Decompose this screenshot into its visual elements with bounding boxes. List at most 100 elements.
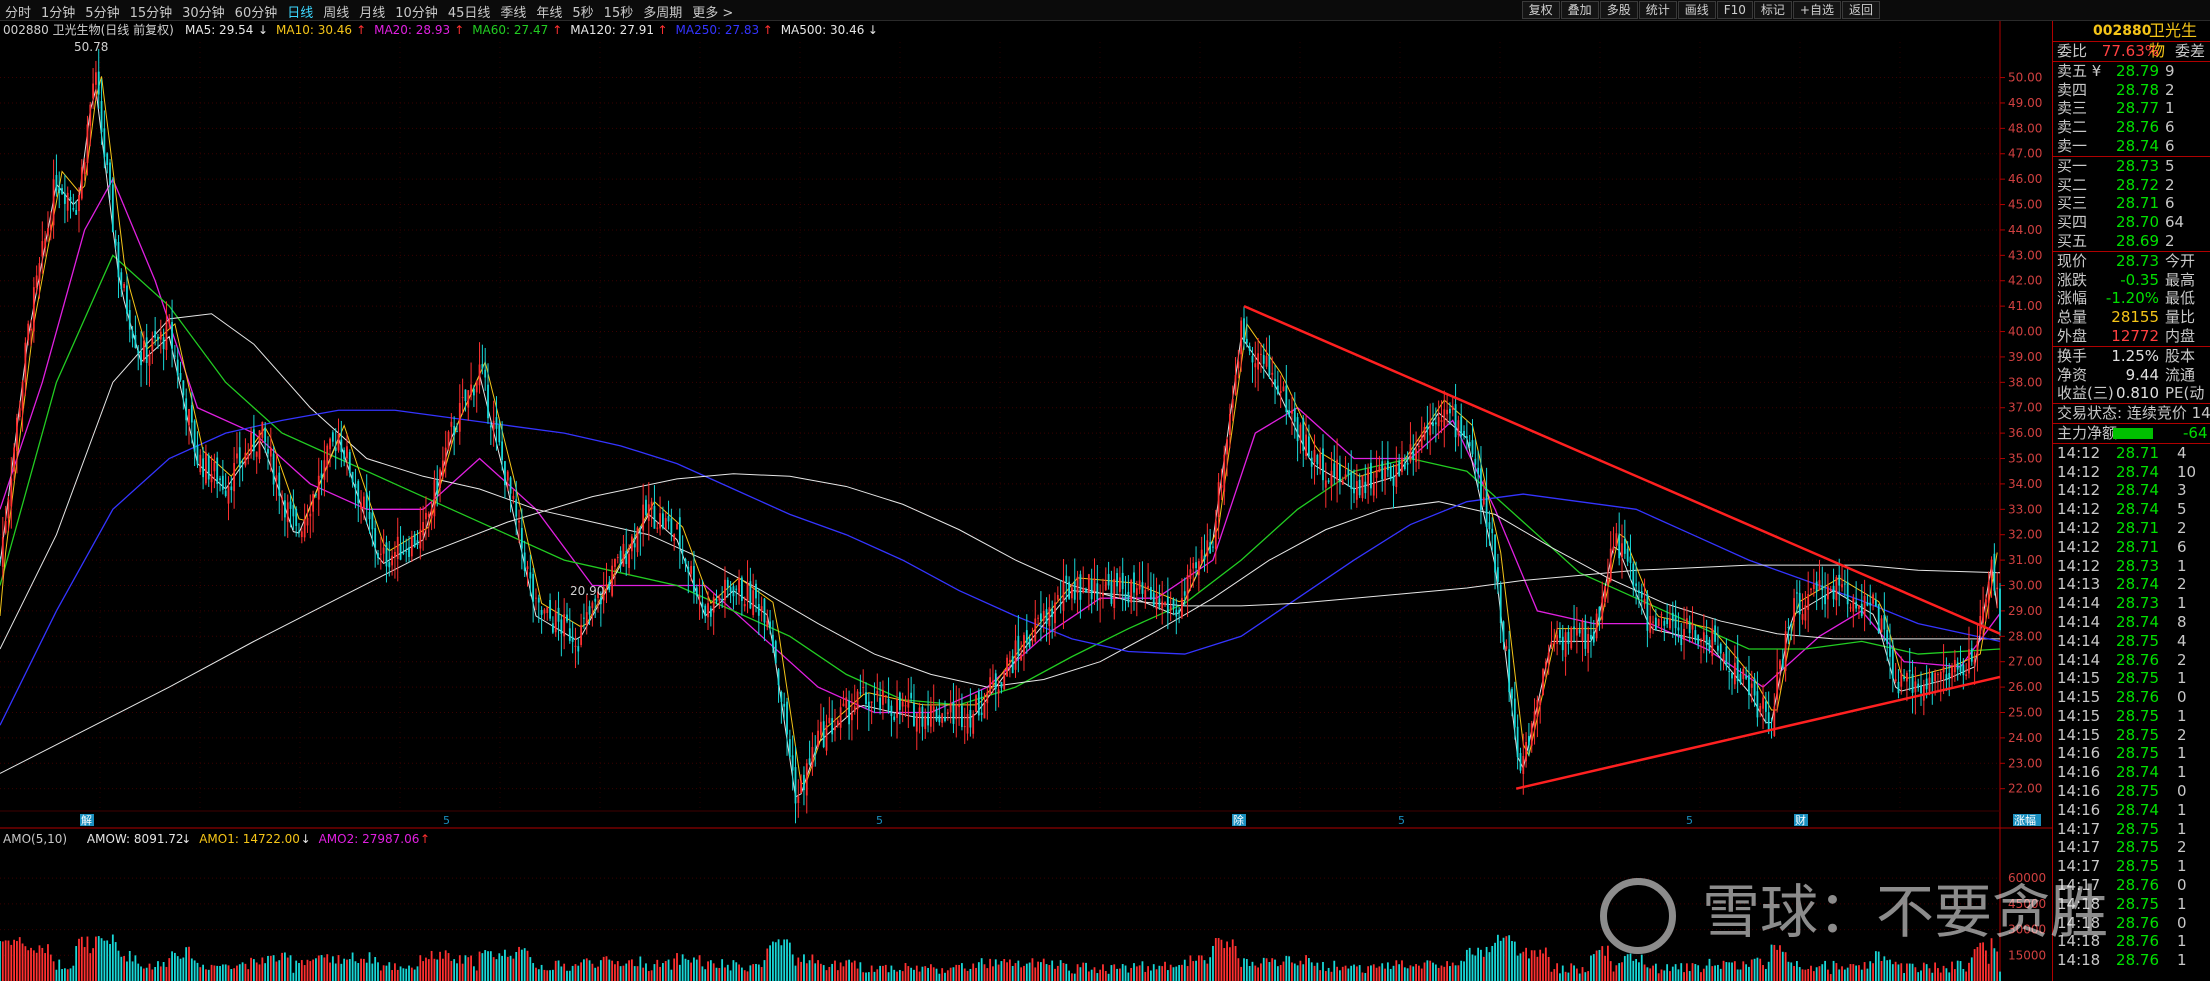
tab-period[interactable]: 5秒: [567, 2, 598, 21]
volume-bar: [489, 951, 492, 981]
tab-period[interactable]: 多周期: [638, 2, 687, 21]
candle-body: [1437, 417, 1440, 427]
candle-body: [1866, 602, 1869, 606]
candle-body: [836, 720, 839, 726]
f10-button[interactable]: F10: [1716, 1, 1753, 19]
tab-period[interactable]: 30分钟: [177, 2, 230, 21]
volume-bar: [918, 971, 921, 981]
tick-row: 14:12 28.74 3: [2057, 481, 2187, 500]
volume-bar: [884, 964, 887, 981]
volume-bar: [365, 962, 368, 981]
volume-bar: [1807, 968, 1810, 981]
candle-body: [667, 516, 670, 522]
back-button[interactable]: 返回: [1841, 1, 1880, 19]
marker-5[interactable]: 5: [876, 814, 883, 827]
candle-body: [157, 336, 159, 340]
tab-period[interactable]: 45日线: [443, 2, 496, 21]
marker-chu[interactable]: 除: [1233, 813, 1244, 827]
candle-body: [1350, 472, 1353, 489]
bid-row: 买三 28.71 6: [2057, 194, 2175, 213]
tab-period[interactable]: 5分钟: [80, 2, 124, 21]
volume-bar: [1598, 949, 1601, 981]
candle-body: [1604, 586, 1606, 603]
volume-bar: [574, 964, 577, 981]
candle-body: [413, 534, 416, 548]
volume-bar: [433, 958, 436, 981]
volume-bar: [408, 965, 410, 981]
draw-line-button[interactable]: 画线: [1677, 1, 1716, 19]
candle-body: [769, 621, 771, 628]
overlay-button[interactable]: 叠加: [1560, 1, 1599, 19]
volume-bar: [887, 972, 890, 981]
volume-bar: [1262, 957, 1265, 981]
tab-period[interactable]: 60分钟: [230, 2, 283, 21]
candle-body: [241, 462, 244, 464]
candle-body: [865, 692, 867, 704]
candle-body: [882, 689, 884, 705]
tab-period[interactable]: 10分钟: [390, 2, 443, 21]
candle-body: [1158, 598, 1161, 607]
candle-body: [233, 463, 236, 492]
volume-bar: [1663, 970, 1666, 981]
candle-body: [958, 704, 960, 708]
quote-row: 涨幅 -1.20% 最低: [2057, 289, 2196, 308]
add-watchlist-button[interactable]: +自选: [1792, 1, 1841, 19]
candle-body: [1776, 672, 1779, 700]
candle-body: [1623, 538, 1626, 554]
volume-bar: [1821, 964, 1824, 981]
candle-body: [489, 425, 492, 428]
tab-period[interactable]: 年线: [531, 2, 567, 21]
price-tick: 44.00: [2008, 223, 2042, 237]
tab-period[interactable]: 周线: [318, 2, 354, 21]
volume-bar: [117, 950, 120, 981]
mark-button[interactable]: 标记: [1753, 1, 1792, 19]
multi-stock-button[interactable]: 多股: [1599, 1, 1638, 19]
marker-5[interactable]: 5: [443, 814, 450, 827]
marker-cai[interactable]: 财: [1795, 813, 1806, 827]
price-tick: 26.00: [2008, 680, 2042, 694]
volume-bar: [994, 959, 997, 981]
volume-bar: [551, 969, 554, 981]
candle-body: [650, 501, 653, 510]
tab-period-active[interactable]: 日线: [282, 2, 318, 21]
candle-body: [831, 718, 834, 735]
fuquan-button[interactable]: 复权: [1521, 1, 1560, 19]
volume-legend: AMO(5,10) AMOW: 8091.72↓ AMO1: 14722.00 ↓ AM…: [3, 832, 430, 846]
candle-body: [560, 619, 563, 634]
kline-chart[interactable]: 50.0049.0048.0047.0046.0045.0044.0043.00…: [0, 21, 2052, 981]
candle-body: [35, 275, 38, 288]
bid-row: 买四 28.70 64: [2057, 213, 2185, 232]
candle-body: [137, 350, 140, 354]
volume-bar: [18, 937, 21, 981]
marker-5[interactable]: 5: [1686, 814, 1693, 827]
marker-5[interactable]: 5: [1398, 814, 1405, 827]
candle-body: [1460, 416, 1463, 437]
candle-body: [1649, 616, 1652, 633]
volume-bar: [1939, 972, 1942, 981]
candle-body: [354, 483, 357, 489]
tab-period[interactable]: 分时: [0, 2, 36, 21]
volume-bar: [766, 948, 769, 981]
candle-body: [1113, 578, 1116, 609]
candle-body: [783, 703, 786, 707]
candle-body: [893, 716, 896, 720]
candle-body: [140, 351, 142, 366]
tab-period[interactable]: 1分钟: [36, 2, 80, 21]
tab-period[interactable]: 15秒: [599, 2, 639, 21]
volume-bar: [540, 964, 543, 981]
stats-button[interactable]: 统计: [1638, 1, 1677, 19]
tab-period[interactable]: 月线: [354, 2, 390, 21]
volume-bar: [845, 960, 848, 981]
candle-body: [300, 531, 303, 538]
tick-row: 14:16 28.74 1: [2057, 800, 2187, 819]
tick-row: 14:17 28.75 2: [2057, 838, 2187, 857]
tab-period[interactable]: 季线: [495, 2, 531, 21]
tab-period[interactable]: 15分钟: [125, 2, 178, 21]
volume-bar: [1150, 970, 1152, 981]
tab-more[interactable]: 更多 >: [687, 2, 738, 21]
volume-bar: [1062, 963, 1065, 981]
marker-zhangfu[interactable]: 涨幅: [2014, 814, 2036, 827]
marker-jie[interactable]: 解: [81, 813, 92, 827]
volume-bar: [749, 965, 752, 981]
candle-body: [21, 381, 24, 411]
